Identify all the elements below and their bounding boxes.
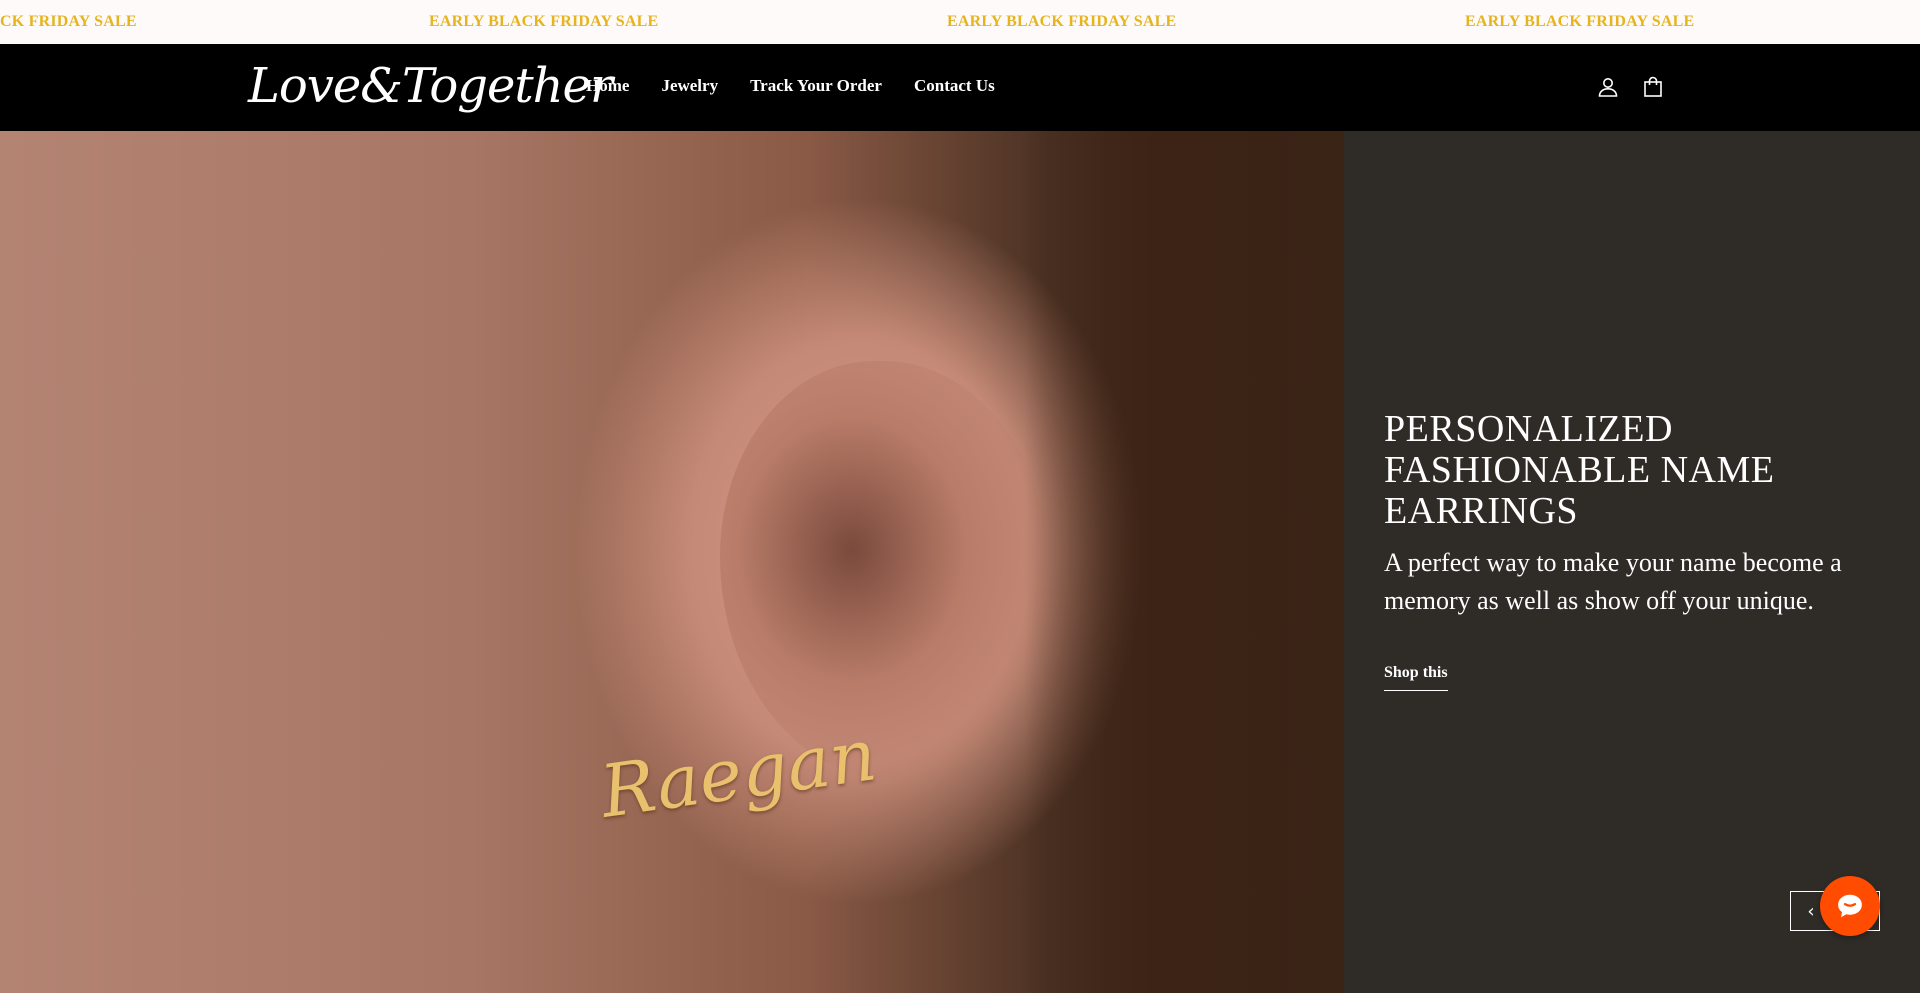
- shop-this-link[interactable]: Shop this: [1384, 664, 1448, 691]
- announcement-text: EARLY BLACK FRIDAY SALE: [429, 13, 659, 30]
- announcement-text: EARLY BLACK FRIDAY SALE: [1465, 13, 1695, 30]
- chat-button[interactable]: [1820, 876, 1880, 936]
- name-earring: Raegan: [595, 712, 882, 834]
- nav-jewelry[interactable]: Jewelry: [661, 76, 718, 96]
- hero-slideshow: Raegan PERSONALIZED FASHIONABLE NAME EAR…: [0, 131, 1920, 993]
- nav-contact-us[interactable]: Contact Us: [914, 76, 995, 96]
- announcement-bar: CK FRIDAY SALE EARLY BLACK FRIDAY SALE E…: [0, 0, 1920, 44]
- main-nav: Home Jewelry Track Your Order Contact Us: [586, 76, 1027, 96]
- ear-shape: [720, 361, 1050, 781]
- site-header: Love&Together Home Jewelry Track Your Or…: [0, 44, 1920, 131]
- hero-subtitle: A perfect way to make your name become a…: [1384, 548, 1842, 615]
- chat-icon: [1838, 894, 1862, 918]
- hero-title: PERSONALIZED FASHIONABLE NAME EARRINGS: [1384, 408, 1775, 532]
- nav-track-order[interactable]: Track Your Order: [750, 76, 882, 96]
- cart-icon[interactable]: [1641, 75, 1665, 99]
- brand-logo[interactable]: Love&Together: [248, 54, 613, 118]
- hero-copy: PERSONALIZED FASHIONABLE NAME EARRINGS A…: [1384, 409, 1884, 691]
- hair-shape: [1024, 131, 1344, 993]
- account-icon[interactable]: [1596, 75, 1620, 99]
- announcement-text: EARLY BLACK FRIDAY SALE: [947, 13, 1177, 30]
- nav-home[interactable]: Home: [586, 76, 629, 96]
- hero-image-ear-earring: Raegan: [0, 131, 1344, 993]
- announcement-text: CK FRIDAY SALE: [0, 13, 137, 30]
